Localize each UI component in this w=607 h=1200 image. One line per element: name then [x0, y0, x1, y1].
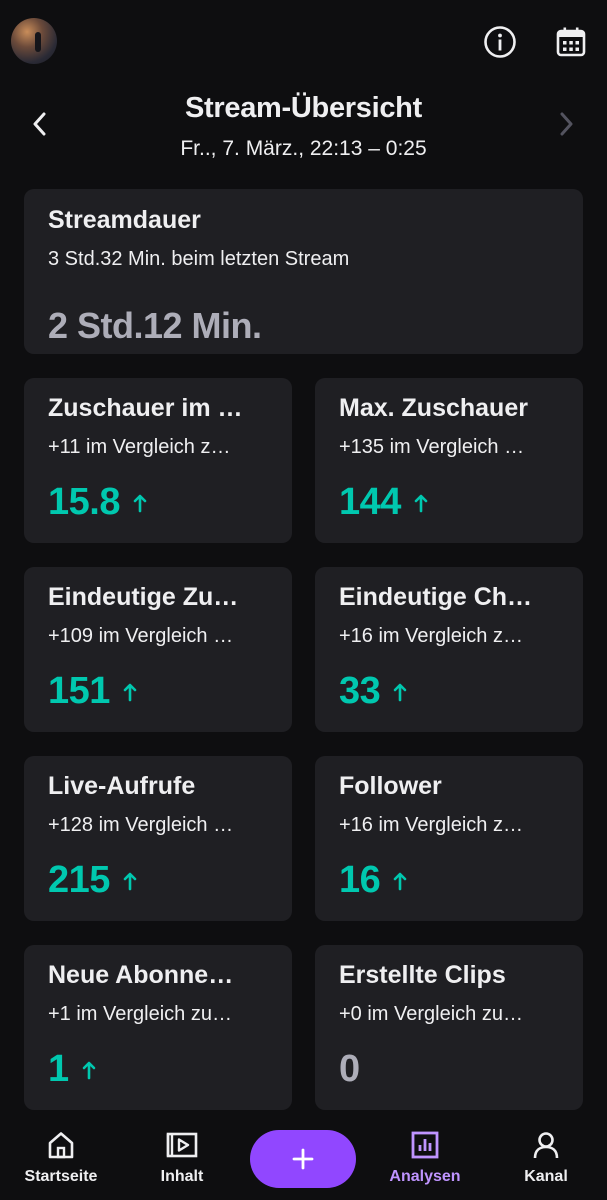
arrow-up-icon [392, 681, 408, 703]
video-content-icon [165, 1128, 199, 1162]
home-icon [44, 1128, 78, 1162]
card-value: 0 [339, 1048, 360, 1090]
card-comparison: +16 im Vergleich z… [339, 814, 523, 836]
card-title: Streamdauer [48, 206, 201, 234]
arrow-up-icon [413, 492, 429, 514]
card-comparison: +1 im Vergleich zu… [48, 1003, 232, 1025]
new-subscribers-card[interactable]: Neue Abonne… +1 im Vergleich zu… 1 [24, 945, 292, 1110]
followers-card[interactable]: Follower +16 im Vergleich z… 16 [315, 756, 583, 921]
card-value-row: 1 [48, 1048, 97, 1091]
card-value: 15.8 [48, 481, 120, 523]
arrow-up-icon [122, 870, 138, 892]
card-value-row: 16 [339, 859, 408, 902]
card-value-row: 151 [48, 670, 138, 713]
card-value: 1 [48, 1048, 69, 1090]
card-value: 16 [339, 859, 381, 901]
clips-created-card[interactable]: Erstellte Clips +0 im Vergleich zu… 0 [315, 945, 583, 1110]
avatar[interactable] [11, 18, 57, 64]
card-value: 33 [339, 670, 381, 712]
card-value: 151 [48, 670, 110, 712]
card-title: Neue Abonne… [48, 961, 234, 989]
card-comparison: +16 im Vergleich z… [339, 625, 523, 647]
nav-label: Kanal [524, 1168, 568, 1185]
page-title: Stream-Übersicht [185, 92, 422, 124]
stream-overview-screen: Stream-Übersicht Fr.., 7. März., 22:13 –… [0, 0, 607, 1200]
card-comparison: +128 im Vergleich … [48, 814, 234, 836]
nav-label: Inhalt [160, 1168, 204, 1185]
card-value-row: 15.8 [48, 481, 148, 524]
card-comparison: 3 Std.32 Min. beim letzten Stream [48, 248, 350, 270]
card-title: Eindeutige Ch… [339, 583, 533, 611]
card-title: Zuschauer im … [48, 394, 243, 422]
arrow-up-icon [392, 870, 408, 892]
card-comparison: +109 im Vergleich … [48, 625, 234, 647]
nav-item-content[interactable]: Inhalt [152, 1128, 212, 1186]
card-value-row: 144 [339, 481, 429, 524]
nav-label: Analysen [389, 1168, 461, 1185]
card-comparison: +135 im Vergleich … [339, 436, 525, 458]
card-value: 215 [48, 859, 110, 901]
live-views-card[interactable]: Live-Aufrufe +128 im Vergleich … 215 [24, 756, 292, 921]
analytics-icon [408, 1128, 442, 1162]
stream-duration-card[interactable]: Streamdauer 3 Std.32 Min. beim letzten S… [24, 189, 583, 354]
nav-item-channel[interactable]: Kanal [518, 1128, 574, 1186]
avg-viewers-card[interactable]: Zuschauer im … +11 im Vergleich z… 15.8 [24, 378, 292, 543]
create-button[interactable] [250, 1130, 356, 1188]
user-icon [529, 1128, 563, 1162]
chevron-right-icon[interactable] [548, 106, 584, 142]
stream-time-range: Fr.., 7. März., 22:13 – 0:25 [180, 137, 427, 160]
info-icon[interactable] [480, 22, 520, 62]
card-value-row: 33 [339, 670, 408, 713]
max-viewers-card[interactable]: Max. Zuschauer +135 im Vergleich … 144 [315, 378, 583, 543]
card-comparison: +11 im Vergleich z… [48, 436, 231, 458]
card-value: 144 [339, 481, 401, 523]
plus-icon [292, 1148, 314, 1170]
card-value: 2 Std.12 Min. [48, 305, 262, 346]
card-value-row: 215 [48, 859, 138, 902]
arrow-up-icon [132, 492, 148, 514]
card-title: Live-Aufrufe [48, 772, 196, 800]
bottom-nav: Startseite Inhalt Analysen Kanal [0, 1118, 607, 1200]
card-title: Follower [339, 772, 442, 800]
nav-item-analytics[interactable]: Analysen [385, 1128, 465, 1186]
arrow-up-icon [81, 1059, 97, 1081]
card-title: Eindeutige Zu… [48, 583, 239, 611]
unique-chatters-card[interactable]: Eindeutige Ch… +16 im Vergleich z… 33 [315, 567, 583, 732]
nav-item-home[interactable]: Startseite [20, 1128, 102, 1186]
nav-label: Startseite [24, 1168, 98, 1185]
card-value-row: 0 [339, 1048, 360, 1091]
arrow-up-icon [122, 681, 138, 703]
card-title: Erstellte Clips [339, 961, 506, 989]
card-title: Max. Zuschauer [339, 394, 528, 422]
unique-viewers-card[interactable]: Eindeutige Zu… +109 im Vergleich … 151 [24, 567, 292, 732]
calendar-icon[interactable] [551, 22, 591, 62]
card-comparison: +0 im Vergleich zu… [339, 1003, 523, 1025]
